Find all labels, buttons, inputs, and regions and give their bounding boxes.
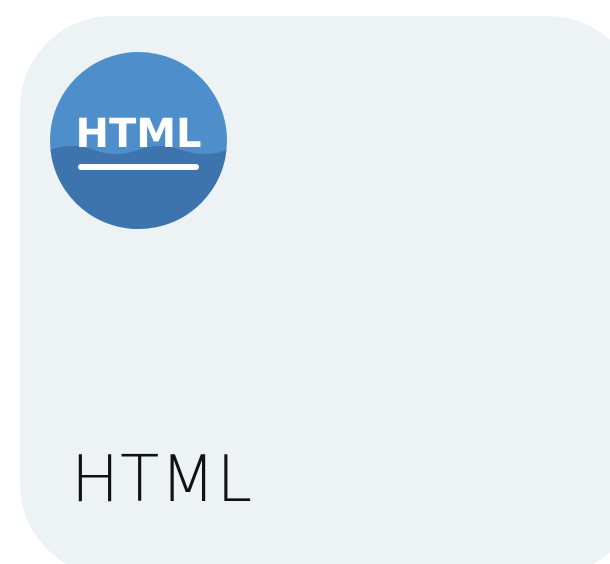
card-title: HTML xyxy=(71,443,254,517)
html-badge-label: HTML xyxy=(75,111,201,157)
html-badge-icon: HTML xyxy=(50,52,227,229)
page: HTML HTML xyxy=(0,0,610,564)
